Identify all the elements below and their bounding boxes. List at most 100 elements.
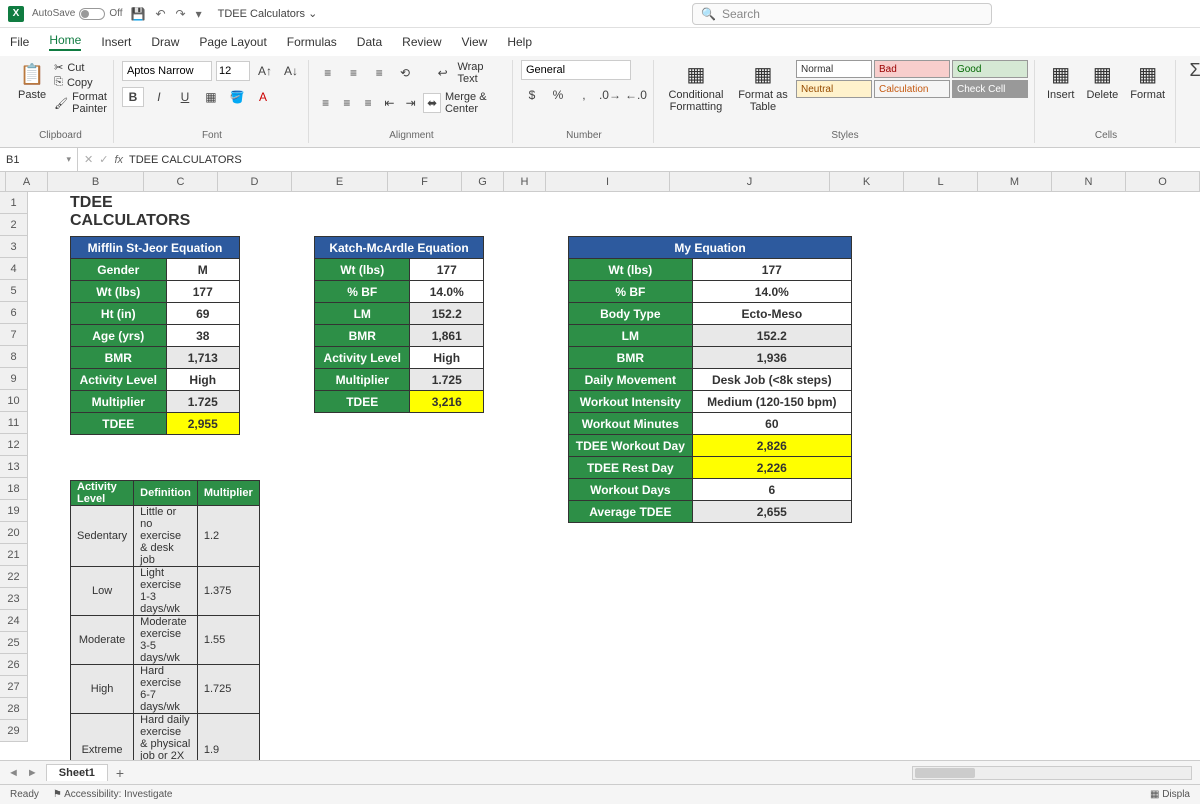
- decrease-font-icon[interactable]: A↓: [280, 61, 302, 81]
- align-mid-icon[interactable]: ≡: [343, 63, 365, 83]
- row-header-28[interactable]: 28: [0, 698, 28, 720]
- toggle-icon[interactable]: [79, 8, 105, 20]
- value-cell[interactable]: 1.725: [166, 391, 240, 413]
- value-cell[interactable]: 1.725: [410, 369, 484, 391]
- number-format-select[interactable]: [521, 60, 631, 80]
- row-header-24[interactable]: 24: [0, 610, 28, 632]
- style-normal[interactable]: Normal: [796, 60, 872, 78]
- value-cell[interactable]: 69: [166, 303, 240, 325]
- col-header-C[interactable]: C: [144, 172, 218, 191]
- value-cell[interactable]: 2,826: [692, 435, 851, 457]
- merge-center-button[interactable]: ⬌: [423, 93, 441, 113]
- value-cell[interactable]: 177: [410, 259, 484, 281]
- percent-icon[interactable]: %: [547, 85, 569, 105]
- comma-icon[interactable]: ,: [573, 85, 595, 105]
- fx-icon[interactable]: fx: [114, 154, 123, 166]
- row-header-12[interactable]: 12: [0, 434, 28, 456]
- add-sheet-button[interactable]: +: [116, 765, 124, 781]
- row-header-1[interactable]: 1: [0, 192, 28, 214]
- value-cell[interactable]: 177: [166, 281, 240, 303]
- font-size-select[interactable]: [216, 61, 250, 81]
- spreadsheet-grid[interactable]: ABCDEFGHIJKLMNO 123456789101112131819202…: [0, 172, 1200, 760]
- value-cell[interactable]: 2,226: [692, 457, 851, 479]
- undo-icon[interactable]: ↶: [155, 7, 165, 21]
- row-header-6[interactable]: 6: [0, 302, 28, 324]
- menu-data[interactable]: Data: [357, 35, 382, 49]
- menu-page-layout[interactable]: Page Layout: [199, 35, 266, 49]
- paste-button[interactable]: 📋Paste: [14, 60, 50, 103]
- wrap-text-button[interactable]: ↩: [432, 63, 454, 83]
- increase-font-icon[interactable]: A↑: [254, 61, 276, 81]
- horizontal-scrollbar[interactable]: [912, 766, 1192, 780]
- orientation-icon[interactable]: ⟲: [394, 63, 416, 83]
- col-header-A[interactable]: A: [6, 172, 48, 191]
- col-header-B[interactable]: B: [48, 172, 144, 191]
- underline-button[interactable]: U: [174, 87, 196, 107]
- style-calc[interactable]: Calculation: [874, 80, 950, 98]
- cut-button[interactable]: ✂ Cut: [54, 60, 107, 75]
- sheet-nav-prev[interactable]: ◄: [8, 767, 19, 779]
- value-cell[interactable]: Desk Job (<8k steps): [692, 369, 851, 391]
- bold-button[interactable]: B: [122, 87, 144, 107]
- value-cell[interactable]: 38: [166, 325, 240, 347]
- style-check[interactable]: Check Cell: [952, 80, 1028, 98]
- col-header-I[interactable]: I: [546, 172, 670, 191]
- row-header-11[interactable]: 11: [0, 412, 28, 434]
- col-header-E[interactable]: E: [292, 172, 388, 191]
- value-cell[interactable]: 1,936: [692, 347, 851, 369]
- conditional-formatting-button[interactable]: ▦Conditional Formatting: [662, 60, 730, 115]
- value-cell[interactable]: 2,655: [692, 501, 851, 523]
- col-header-L[interactable]: L: [904, 172, 978, 191]
- col-header-H[interactable]: H: [504, 172, 546, 191]
- search-input[interactable]: 🔍 Search: [692, 3, 992, 25]
- indent-inc-icon[interactable]: ⇥: [402, 93, 419, 113]
- delete-cells-button[interactable]: ▦Delete: [1082, 60, 1122, 103]
- row-header-5[interactable]: 5: [0, 280, 28, 302]
- value-cell[interactable]: 2,955: [166, 413, 240, 435]
- inc-decimal-icon[interactable]: .0→: [599, 85, 621, 105]
- style-neutral[interactable]: Neutral: [796, 80, 872, 98]
- col-header-K[interactable]: K: [830, 172, 904, 191]
- row-header-3[interactable]: 3: [0, 236, 28, 258]
- align-bot-icon[interactable]: ≡: [368, 63, 390, 83]
- row-header-4[interactable]: 4: [0, 258, 28, 280]
- autosave-toggle[interactable]: AutoSave Off: [32, 8, 123, 20]
- cancel-fx-icon[interactable]: ✕: [84, 153, 93, 166]
- format-painter-button[interactable]: 🖌 Format Painter: [54, 90, 107, 116]
- row-header-7[interactable]: 7: [0, 324, 28, 346]
- col-header-J[interactable]: J: [670, 172, 830, 191]
- col-header-F[interactable]: F: [388, 172, 462, 191]
- value-cell[interactable]: 152.2: [410, 303, 484, 325]
- row-header-23[interactable]: 23: [0, 588, 28, 610]
- insert-cells-button[interactable]: ▦Insert: [1043, 60, 1079, 103]
- sheet-nav-next[interactable]: ►: [27, 767, 38, 779]
- save-icon[interactable]: 💾: [131, 7, 146, 21]
- row-header-13[interactable]: 13: [0, 456, 28, 478]
- row-header-2[interactable]: 2: [0, 214, 28, 236]
- align-right-icon[interactable]: ≡: [359, 93, 376, 113]
- font-name-select[interactable]: [122, 61, 212, 81]
- row-header-26[interactable]: 26: [0, 654, 28, 676]
- border-button[interactable]: ▦: [200, 87, 222, 107]
- menu-view[interactable]: View: [462, 35, 488, 49]
- format-as-table-button[interactable]: ▦Format as Table: [734, 60, 792, 115]
- autosum-icon[interactable]: Σ: [1184, 60, 1200, 80]
- col-header-O[interactable]: O: [1126, 172, 1200, 191]
- dec-decimal-icon[interactable]: ←.0: [625, 85, 647, 105]
- indent-dec-icon[interactable]: ⇤: [381, 93, 398, 113]
- document-name[interactable]: TDEE Calculators ⌄: [218, 7, 318, 20]
- value-cell[interactable]: High: [166, 369, 240, 391]
- row-header-9[interactable]: 9: [0, 368, 28, 390]
- value-cell[interactable]: 152.2: [692, 325, 851, 347]
- col-header-G[interactable]: G: [462, 172, 504, 191]
- menu-draw[interactable]: Draw: [151, 35, 179, 49]
- row-header-21[interactable]: 21: [0, 544, 28, 566]
- accept-fx-icon[interactable]: ✓: [99, 153, 108, 166]
- value-cell[interactable]: M: [166, 259, 240, 281]
- fill-color-button[interactable]: 🪣: [226, 87, 248, 107]
- sheet-tab-active[interactable]: Sheet1: [46, 764, 108, 781]
- value-cell[interactable]: 1,861: [410, 325, 484, 347]
- value-cell[interactable]: Medium (120-150 bpm): [692, 391, 851, 413]
- copy-button[interactable]: ⎘ Copy: [54, 75, 107, 90]
- row-header-29[interactable]: 29: [0, 720, 28, 742]
